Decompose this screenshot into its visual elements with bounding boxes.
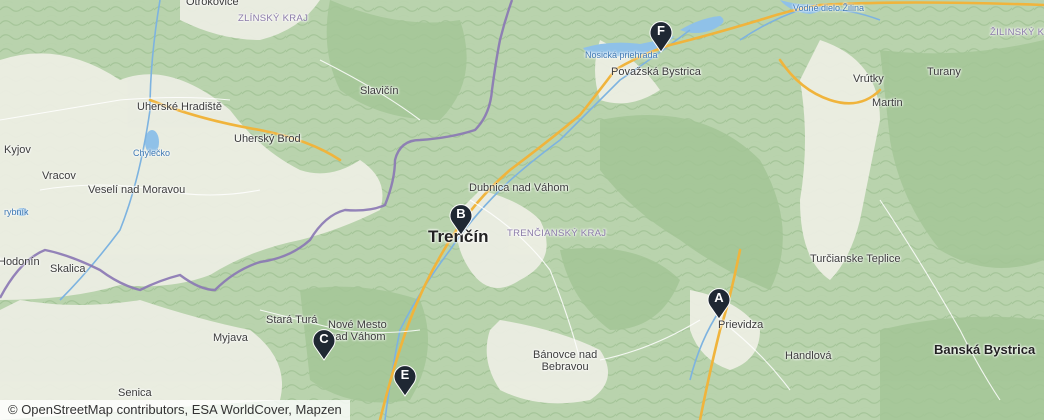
place-otrokovice: Otrokovice — [186, 0, 239, 8]
marker-label: B — [456, 206, 466, 221]
place-vracov: Vracov — [42, 170, 76, 182]
place-uherske-hradiste: Uherské Hradiště — [137, 101, 222, 113]
place-prievidza: Prievidza — [718, 319, 764, 331]
map-attribution[interactable]: © OpenStreetMap contributors, ESA WorldC… — [0, 400, 350, 420]
place-povazska-bystrica: Považská Bystrica — [611, 66, 701, 78]
place-banska-bystrica: Banská Bystrica — [934, 342, 1036, 357]
map-marker-c[interactable]: C — [311, 327, 337, 361]
place-stara-tura: Stará Turá — [266, 314, 318, 326]
region-trenciansky-kraj: TRENČIANSKÝ KRAJ — [507, 228, 607, 239]
place-veseli: Veselí nad Moravou — [88, 184, 186, 196]
map-marker-f[interactable]: F — [648, 19, 674, 53]
map-marker-b[interactable]: B — [448, 202, 474, 236]
place-banovce: Bánovce nad Bebravou — [533, 349, 598, 373]
place-kyjov: Kyjov — [4, 144, 31, 156]
marker-label: A — [714, 290, 724, 305]
place-martin: Martin — [872, 97, 903, 109]
region-zilinsky-kraj: ŽILINSKÝ KRAJ — [990, 27, 1044, 38]
place-vrutky: Vrútky — [853, 73, 884, 85]
place-hodonin: Hodonín — [0, 256, 40, 268]
marker-label: C — [319, 331, 329, 346]
marker-label: E — [400, 367, 410, 382]
place-senica: Senica — [118, 387, 152, 399]
place-turcianske-teplice: Turčianske Teplice — [810, 253, 901, 265]
place-turany: Turany — [927, 66, 961, 78]
place-dubnica: Dubnica nad Váhom — [469, 182, 569, 194]
place-slavicin: Slavičín — [360, 85, 399, 97]
place-handlova: Handlová — [785, 350, 832, 362]
water-vodne-dielo: Vodné dielo Žilina — [793, 3, 865, 13]
place-uhersky-brod: Uherský Brod — [234, 133, 301, 145]
map-canvas[interactable] — [0, 0, 1044, 420]
map-marker-e[interactable]: E — [392, 363, 418, 397]
region-zlinsky-kraj: ZLÍNSKÝ KRAJ — [238, 13, 309, 24]
marker-label: F — [657, 23, 665, 38]
water-chylecko: Chylečko — [133, 148, 171, 158]
water-nosicka: Nosická priehrada — [585, 50, 658, 60]
map-marker-a[interactable]: A — [706, 286, 732, 320]
place-myjava: Myjava — [213, 332, 248, 344]
place-skalica: Skalica — [50, 263, 86, 275]
water-rybnik: rybník — [4, 207, 29, 217]
